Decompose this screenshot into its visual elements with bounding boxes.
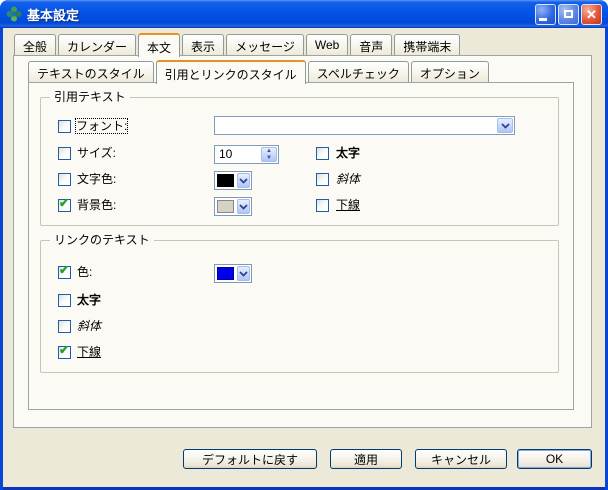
link-bold-label[interactable]: 太字 [77,293,101,307]
font-dropdown[interactable] [214,116,515,135]
bg-color-label[interactable]: 背景色: [77,198,116,212]
apply-button[interactable]: 適用 [330,449,402,469]
tab-calendar[interactable]: カレンダー [58,34,136,55]
link-underline-checkbox[interactable]: ✔ [58,346,71,359]
size-value[interactable]: 10 [215,146,260,163]
tab-general[interactable]: 全般 [14,34,56,55]
tab-web[interactable]: Web [306,34,348,55]
maximize-button[interactable] [558,4,579,25]
chevron-down-icon[interactable] [237,266,250,281]
primary-tab-bar: 全般 カレンダー 本文 表示 メッセージ Web 音声 携帯端末 [14,33,460,55]
bg-color-swatch [217,200,234,213]
tab-message[interactable]: メッセージ [226,34,304,55]
secondary-tab-bar: テキストのスタイル 引用とリンクのスタイル スペルチェック オプション [28,60,489,82]
text-color-label[interactable]: 文字色: [77,172,116,186]
quote-bold-label[interactable]: 太字 [336,146,360,160]
size-checkbox[interactable]: ✔ [58,147,71,160]
spinner-arrows[interactable]: ▲ ▼ [261,147,277,162]
font-label[interactable]: フォント: [76,119,127,133]
maximize-icon [564,10,573,18]
ok-button[interactable]: OK [517,449,592,469]
quote-underline-label[interactable]: 下線 [336,198,360,212]
link-color-swatch [217,267,234,280]
size-spinner[interactable]: 10 ▲ ▼ [214,145,279,164]
tab-quote-link-style[interactable]: 引用とリンクのスタイル [156,60,306,84]
quote-bold-checkbox[interactable]: ✔ [316,147,329,160]
tab-options[interactable]: オプション [411,61,489,82]
minimize-button[interactable] [535,4,556,25]
tab-spell-check[interactable]: スペルチェック [308,61,409,82]
quote-underline-checkbox[interactable]: ✔ [316,199,329,212]
text-color-dropdown[interactable] [214,171,252,190]
link-color-label[interactable]: 色: [77,265,92,279]
title-bar[interactable]: 基本設定 ✕ [0,0,608,28]
size-label[interactable]: サイズ: [77,146,116,160]
close-icon: ✕ [586,8,597,21]
tab-mobile[interactable]: 携帯端末 [394,34,460,55]
tab-audio[interactable]: 音声 [350,34,392,55]
chevron-down-icon[interactable] [237,173,250,188]
font-dropdown-value [215,117,496,134]
tab-display[interactable]: 表示 [182,34,224,55]
tab-body-text[interactable]: 本文 [138,33,180,57]
preferences-dialog: 基本設定 ✕ 全般 カレンダー 本文 表示 メッセージ Web 音声 携帯端末 … [0,0,608,490]
spinner-down-icon[interactable]: ▼ [262,155,276,162]
link-italic-label[interactable]: 斜体 [77,319,101,333]
bg-color-dropdown[interactable] [214,197,252,216]
link-underline-label[interactable]: 下線 [77,345,101,359]
bg-color-checkbox[interactable]: ✔ [58,199,71,212]
close-button[interactable]: ✕ [581,4,602,25]
window-title: 基本設定 [27,5,79,24]
chevron-down-icon[interactable] [497,118,513,133]
chevron-down-icon[interactable] [237,199,250,214]
cancel-button[interactable]: キャンセル [415,449,507,469]
link-text-group-title: リンクのテキスト [50,233,154,247]
link-text-group: リンクのテキスト ✔ 色: ✔ 太字 ✔ 斜体 ✔ 下線 [40,240,559,373]
link-color-dropdown[interactable] [214,264,252,283]
link-italic-checkbox[interactable]: ✔ [58,320,71,333]
font-checkbox[interactable]: ✔ [58,120,71,133]
link-color-checkbox[interactable]: ✔ [58,266,71,279]
tab-text-style[interactable]: テキストのスタイル [28,61,154,82]
reset-defaults-button[interactable]: デフォルトに戻す [183,449,317,469]
quote-text-group: 引用テキスト ✔ フォント: ✔ サイズ: 10 ▲ ▼ ✔ 太字 ✔ 文字色: [40,97,559,226]
quote-text-group-title: 引用テキスト [50,90,130,104]
quote-italic-checkbox[interactable]: ✔ [316,173,329,186]
quote-italic-label[interactable]: 斜体 [336,172,360,186]
text-color-checkbox[interactable]: ✔ [58,173,71,186]
window-controls: ✕ [535,4,602,25]
link-bold-checkbox[interactable]: ✔ [58,294,71,307]
minimize-icon [539,18,547,21]
text-color-swatch [217,174,234,187]
app-icon [6,6,22,22]
